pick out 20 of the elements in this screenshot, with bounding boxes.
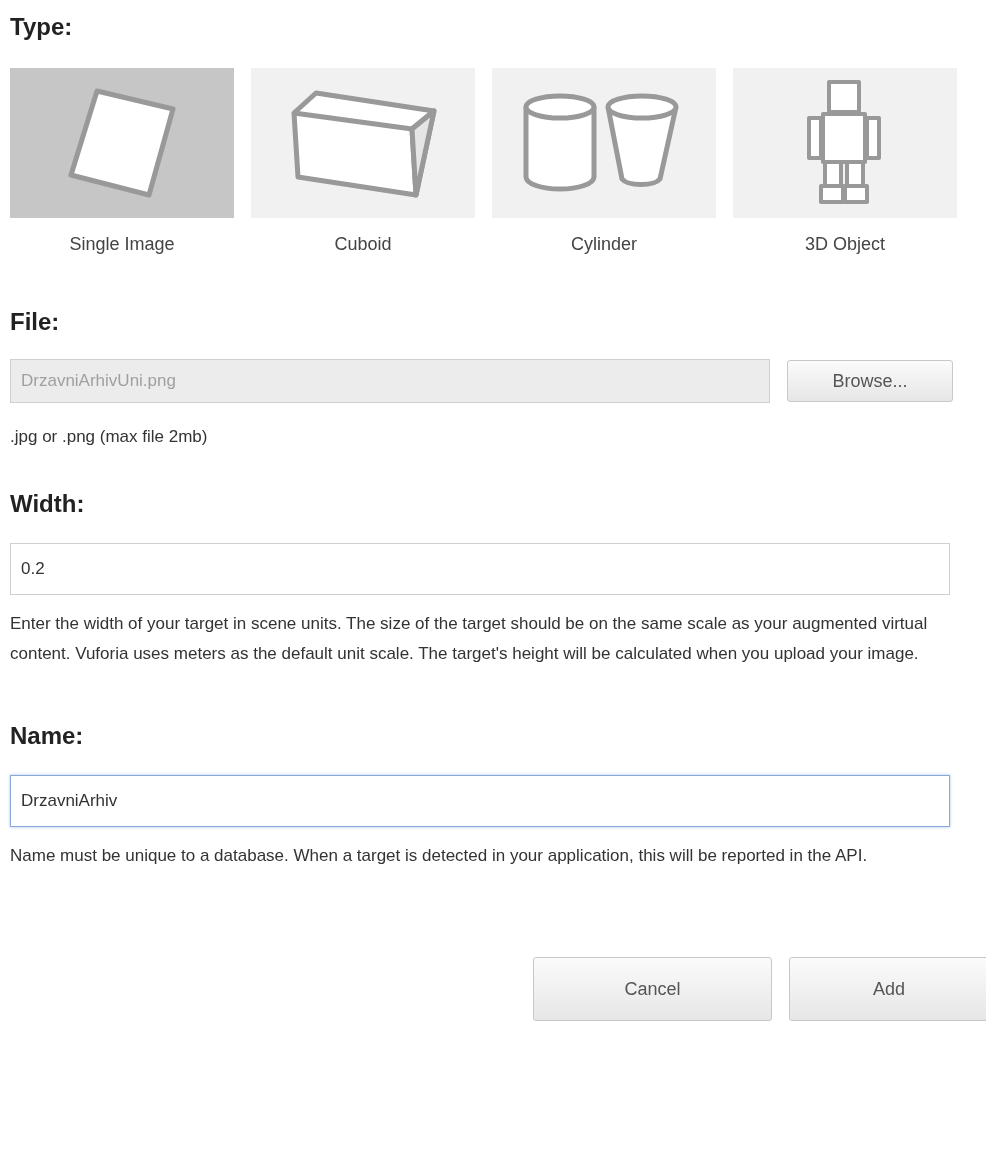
add-button[interactable]: Add bbox=[789, 957, 986, 1021]
section-heading: Width: bbox=[10, 489, 86, 519]
cancel-button[interactable]: Cancel bbox=[533, 957, 772, 1021]
type-label: Single Image bbox=[69, 234, 175, 255]
type-label: 3D Object bbox=[804, 234, 885, 255]
type-tile[interactable] bbox=[251, 68, 475, 218]
section-heading: Name: bbox=[10, 721, 85, 751]
name-field[interactable]: DrzavniArhiv bbox=[10, 775, 950, 827]
section-heading: File: bbox=[10, 307, 61, 337]
width-help-text: Enter the width of your target in scene units. The size of the target should be on the same scale as your augmented virtual content. Vuforia uses meters as the default unit scale. The target's height will be calculated when you upload your image. bbox=[10, 613, 929, 665]
type-tile[interactable] bbox=[492, 68, 716, 218]
type-tile[interactable] bbox=[10, 68, 234, 218]
tilted-image-icon bbox=[67, 87, 177, 199]
file-hint: .jpg or .png (max file 2mb) bbox=[10, 427, 208, 447]
type-label: Cuboid bbox=[334, 234, 392, 255]
width-field[interactable]: 0.2 bbox=[10, 543, 950, 595]
section-heading: Type: bbox=[10, 12, 73, 42]
type-label: Cylinder bbox=[571, 234, 637, 255]
type-tile[interactable] bbox=[733, 68, 957, 218]
name-help-text: Name must be unique to a database. When a target is detected in your application, this will be reported in the API. bbox=[10, 845, 869, 867]
